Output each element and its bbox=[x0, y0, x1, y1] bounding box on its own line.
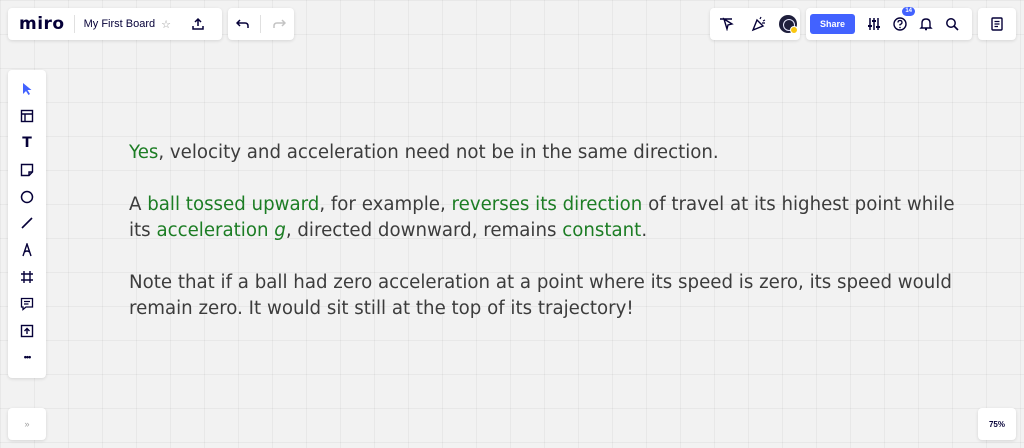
help-icon[interactable]: 14 bbox=[887, 7, 916, 37]
highlight-reverses: reverses its direction bbox=[451, 194, 643, 215]
collaboration-panel bbox=[710, 8, 800, 40]
cursor-icon[interactable] bbox=[713, 11, 739, 37]
undo-icon[interactable] bbox=[230, 11, 256, 37]
paragraph-3: Note that if a ball had zero acceleratio… bbox=[129, 270, 952, 322]
left-toolbar: T ••• bbox=[8, 70, 46, 378]
text-span: of travel at its highest point while bbox=[642, 194, 955, 215]
text-span: , for example, bbox=[319, 194, 452, 215]
text-span: . bbox=[641, 220, 648, 241]
redo-icon[interactable] bbox=[266, 11, 292, 37]
text-span: , directed downward, remains bbox=[285, 220, 563, 241]
top-right-panel: Share 14 bbox=[806, 7, 972, 40]
upload-icon[interactable] bbox=[12, 317, 42, 344]
text-span: A bbox=[129, 194, 148, 215]
zoom-level[interactable]: 75% bbox=[978, 408, 1016, 440]
notes-panel bbox=[978, 8, 1016, 40]
board-text-block[interactable]: Yes, velocity and acceleration need not … bbox=[129, 140, 955, 348]
expand-panel-button[interactable]: » bbox=[8, 408, 46, 440]
pen-icon[interactable] bbox=[12, 237, 42, 264]
upload-icon[interactable] bbox=[185, 11, 211, 37]
frame-icon[interactable] bbox=[12, 264, 42, 291]
divider bbox=[73, 15, 75, 33]
text-span: remain zero. It would sit still at the t… bbox=[129, 298, 634, 319]
cursor-arrow-icon[interactable] bbox=[12, 76, 42, 103]
sticky-note-icon[interactable] bbox=[12, 156, 42, 183]
circle-icon[interactable] bbox=[12, 183, 42, 210]
chevron-right-icon: » bbox=[24, 419, 30, 429]
comment-icon[interactable] bbox=[12, 290, 42, 317]
board-title[interactable]: My First Board bbox=[84, 18, 156, 30]
notes-icon[interactable] bbox=[984, 11, 1010, 37]
highlight-acceleration: acceleration bbox=[156, 220, 275, 241]
divider bbox=[260, 15, 262, 33]
highlight-yes: Yes bbox=[129, 142, 159, 163]
line-icon[interactable] bbox=[12, 210, 42, 237]
text-span: Note that if a ball had zero acceleratio… bbox=[129, 272, 952, 293]
undo-redo-panel bbox=[228, 8, 294, 40]
text-icon[interactable]: T bbox=[12, 130, 42, 157]
paragraph-1: Yes, velocity and acceleration need not … bbox=[129, 140, 949, 166]
sliders-icon[interactable] bbox=[861, 11, 887, 37]
highlight-ball-tossed: ball tossed upward bbox=[147, 194, 320, 215]
board-header: miro My First Board ☆ bbox=[8, 8, 222, 40]
highlight-g: g bbox=[274, 220, 286, 241]
text-span: , velocity and acceleration need not be … bbox=[158, 142, 719, 163]
search-icon[interactable] bbox=[939, 11, 965, 37]
share-button[interactable]: Share bbox=[810, 14, 856, 34]
miro-logo[interactable]: miro bbox=[19, 14, 65, 34]
highlight-constant: constant bbox=[562, 220, 642, 241]
more-icon[interactable]: ••• bbox=[12, 344, 42, 371]
confetti-icon[interactable] bbox=[746, 11, 772, 37]
paragraph-2: A ball tossed upward, for example, rever… bbox=[129, 192, 955, 244]
text-span: its bbox=[129, 220, 157, 241]
template-icon[interactable] bbox=[12, 103, 42, 130]
notification-count-badge: 14 bbox=[902, 7, 916, 16]
user-avatar[interactable] bbox=[778, 15, 798, 34]
star-icon[interactable]: ☆ bbox=[161, 18, 171, 31]
bell-icon[interactable] bbox=[913, 11, 939, 37]
